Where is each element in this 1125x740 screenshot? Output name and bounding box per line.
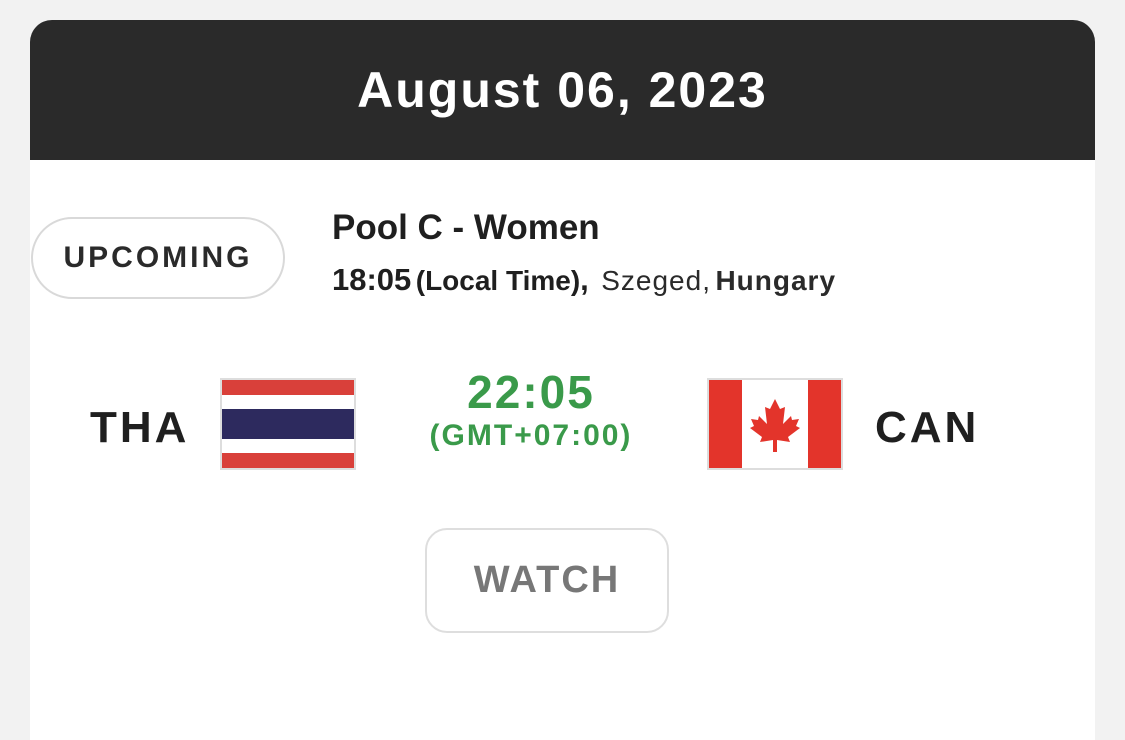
converted-time-value: 22:05 (467, 366, 595, 418)
status-badge: UPCOMING (31, 217, 285, 299)
canada-flag-icon (707, 378, 843, 470)
thailand-flag-svg (222, 380, 354, 468)
city: Szeged (601, 265, 703, 296)
local-time: 18:05 (332, 262, 412, 297)
match-date: August 06, 2023 (357, 62, 768, 118)
watch-button[interactable]: WATCH (425, 528, 669, 633)
timezone-label: (GMT+07:00) (429, 419, 633, 452)
match-info: Pool C - Women 18:05 (Local Time), Szege… (332, 206, 836, 306)
thailand-flag-icon (220, 378, 356, 470)
pool-title: Pool C - Women (332, 208, 600, 247)
city-separator: , (702, 265, 711, 296)
away-team-code: CAN (875, 403, 980, 452)
local-time-label: (Local Time) (415, 265, 581, 296)
converted-time: 22:05 (GMT+07:00) (376, 365, 686, 453)
local-time-line: 18:05 (Local Time), Szeged, Hungary (332, 260, 836, 306)
canada-flag-svg (709, 380, 841, 468)
country: Hungary (715, 265, 837, 296)
separator: , (580, 262, 589, 297)
card-header: August 06, 2023 (30, 20, 1095, 160)
home-team-code: THA (90, 403, 190, 452)
